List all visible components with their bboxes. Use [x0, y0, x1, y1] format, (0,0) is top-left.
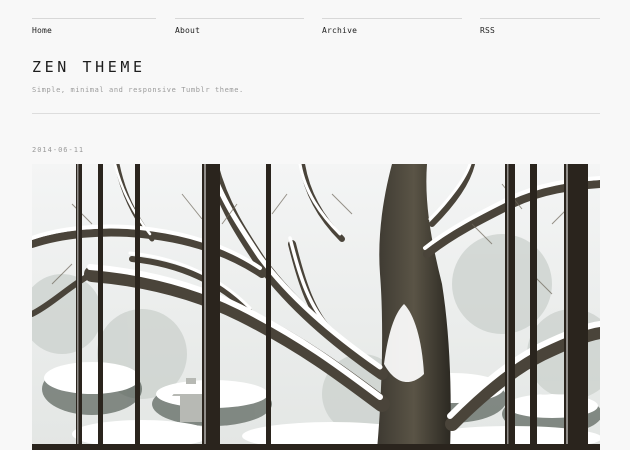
- site-title[interactable]: ZEN THEME: [32, 58, 146, 76]
- post-photo[interactable]: [32, 164, 600, 450]
- snowy-garden-photo: [32, 164, 600, 450]
- site-tagline: Simple, minimal and responsive Tumblr th…: [32, 86, 244, 94]
- nav-link-rss[interactable]: RSS: [480, 18, 600, 35]
- header-divider: [32, 113, 600, 114]
- nav-link-archive[interactable]: Archive: [322, 18, 462, 35]
- nav-link-home[interactable]: Home: [32, 18, 156, 35]
- post-date[interactable]: 2014-06-11: [32, 146, 84, 154]
- nav-link-about[interactable]: About: [175, 18, 304, 35]
- main-nav: Home About Archive RSS: [32, 18, 600, 38]
